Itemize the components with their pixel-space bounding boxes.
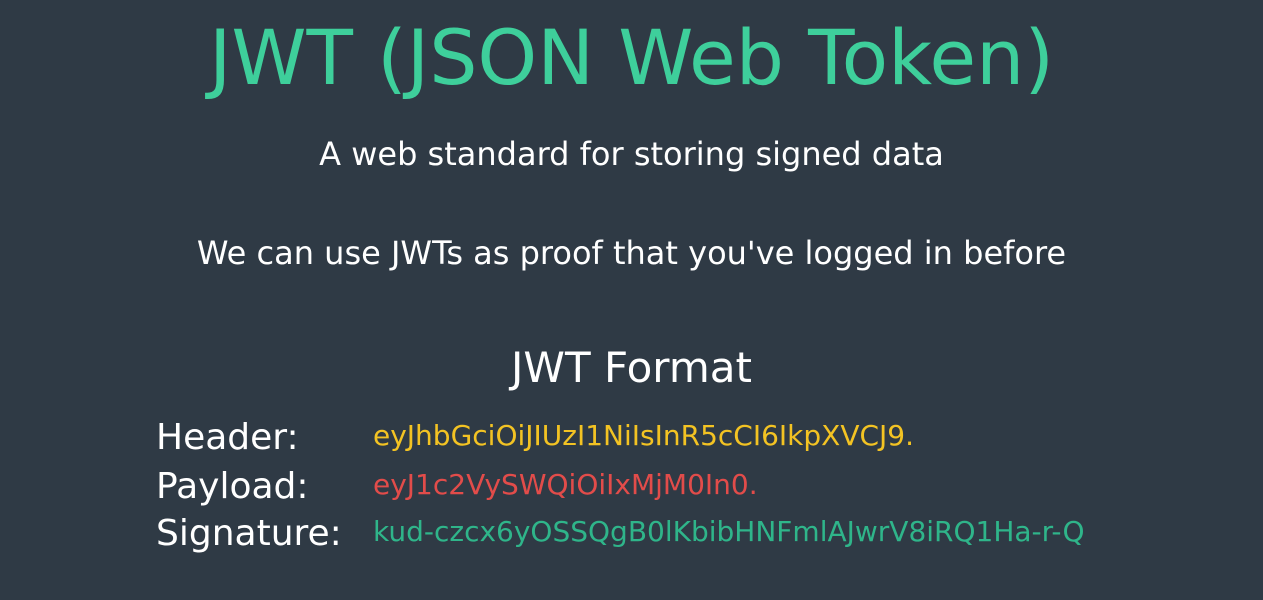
subtitle-login-proof: We can use JWTs as proof that you've log… bbox=[196, 234, 1067, 272]
section-title-jwt-format: JWT Format bbox=[511, 343, 752, 392]
subtitle-definition: A web standard for storing signed data bbox=[319, 135, 944, 173]
jwt-payload-value: eyJ1c2VySWQiOiIxMjM0In0. bbox=[373, 468, 758, 501]
jwt-header-label: Header: bbox=[156, 417, 299, 458]
jwt-payload-label: Payload: bbox=[156, 466, 309, 507]
slide: JWT (JSON Web Token) A web standard for … bbox=[0, 0, 1263, 600]
jwt-payload-row: Payload: eyJ1c2VySWQiOiIxMjM0In0. bbox=[156, 463, 1206, 511]
jwt-signature-label: Signature: bbox=[156, 513, 342, 554]
jwt-signature-value: kud-czcx6yOSSQgB0lKbibHNFmlAJwrV8iRQ1Ha-… bbox=[373, 515, 1085, 548]
jwt-signature-row: Signature: kud-czcx6yOSSQgB0lKbibHNFmlAJ… bbox=[156, 510, 1206, 558]
jwt-header-row: Header: eyJhbGciOiJIUzI1NiIsInR5cCI6IkpX… bbox=[156, 414, 1206, 462]
jwt-header-value: eyJhbGciOiJIUzI1NiIsInR5cCI6IkpXVCJ9. bbox=[373, 419, 915, 452]
slide-title: JWT (JSON Web Token) bbox=[208, 13, 1055, 102]
